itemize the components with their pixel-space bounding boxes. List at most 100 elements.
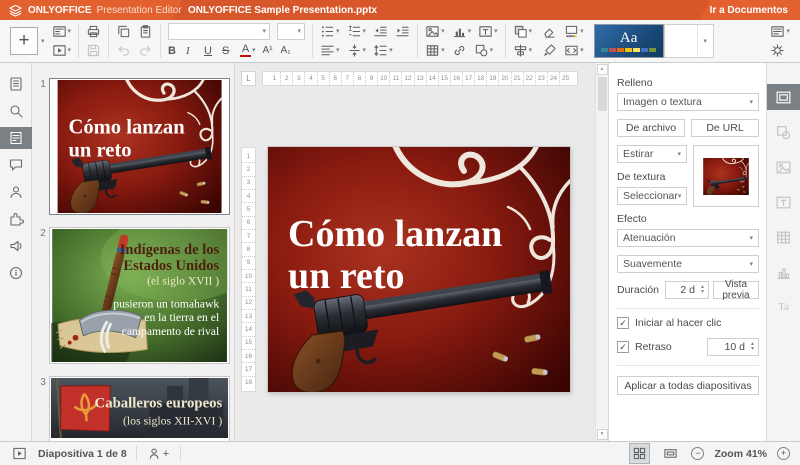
tab-shape-settings[interactable]	[767, 119, 800, 145]
add-slide-button[interactable]: +	[10, 27, 38, 55]
canvas-scrollbar[interactable]: ▲ ▼	[595, 63, 608, 441]
horizontal-align-button[interactable]: ▾	[320, 43, 340, 59]
scroll-up-icon[interactable]: ▲	[596, 64, 608, 75]
zoom-out-button[interactable]: −	[691, 447, 705, 460]
slide-thumbnail-2[interactable]: Indígenas de los Estados Unidos (el sigl…	[48, 227, 230, 364]
start-slideshow-status-button[interactable]	[10, 444, 29, 463]
sidebar-item-chat[interactable]	[0, 181, 32, 203]
undo-button[interactable]	[116, 43, 131, 59]
insert-hyperlink-button[interactable]	[452, 43, 467, 59]
save-button[interactable]	[86, 43, 101, 59]
tab-textart-settings[interactable]: Ta	[767, 294, 800, 320]
tab-chart-settings[interactable]	[767, 259, 800, 285]
font-size-input[interactable]	[281, 26, 298, 37]
ruler-corner[interactable]: L	[241, 71, 256, 86]
stretch-select[interactable]: Estirar ▾	[617, 145, 687, 163]
effect-variant-select[interactable]: Suavemente ▾	[617, 255, 759, 273]
superscript-button[interactable]: A¹	[263, 43, 274, 59]
sidebar-item-about[interactable]	[0, 262, 32, 284]
italic-button[interactable]: I	[186, 43, 197, 59]
theme-gallery-dropdown[interactable]: ▾	[663, 24, 714, 58]
strikeout-button[interactable]: S	[222, 43, 233, 59]
spin-down-icon[interactable]: ▾	[751, 346, 754, 352]
insert-chart-button[interactable]: ▾	[452, 24, 471, 40]
tab-text-settings[interactable]	[767, 189, 800, 215]
sidebar-item-search[interactable]	[0, 100, 32, 122]
go-to-documents-link[interactable]: Ir a Documentos	[710, 5, 800, 16]
fit-width-view-button[interactable]	[660, 443, 681, 464]
sidebar-item-plugins[interactable]	[0, 208, 32, 230]
scrollbar-thumb[interactable]	[597, 77, 607, 111]
paste-button[interactable]	[138, 24, 153, 40]
redo-button[interactable]	[138, 43, 153, 59]
clear-style-button[interactable]	[542, 24, 557, 40]
font-name-input[interactable]	[172, 26, 263, 37]
ruler-horizontal[interactable]: 1 2 3 4 5 6 7 8 9 10 11 12 13 14 15 16 17 18 19 20 21 22 23 24 2…	[262, 71, 578, 86]
line-spacing-button[interactable]: ▾	[373, 43, 393, 59]
apply-to-all-slides-button[interactable]: Aplicar a todas diapositivas	[617, 376, 759, 395]
font-name-combo[interactable]: ▾	[168, 23, 271, 40]
fill-type-select[interactable]: Imagen o textura ▾	[617, 93, 759, 111]
current-slide[interactable]: Cómo lanzan un reto	[268, 147, 570, 392]
arrange-shapes-button[interactable]: ▾	[513, 24, 532, 40]
from-url-button[interactable]: De URL	[691, 119, 759, 137]
underline-button[interactable]: U	[204, 43, 215, 59]
advanced-settings-button[interactable]	[770, 43, 785, 59]
add-user-button[interactable]: +	[146, 444, 171, 463]
chevron-down-icon[interactable]: ▾	[41, 38, 45, 45]
chevron-down-icon[interactable]: ▾	[252, 47, 256, 54]
view-settings-button[interactable]: ▾	[770, 24, 790, 40]
slide-thumbnail-1[interactable]: Cómo lanzan un reto	[48, 78, 230, 215]
subscript-button[interactable]: A₁	[281, 43, 292, 59]
delay-spinner[interactable]: 10 d ▴ ▾	[707, 338, 759, 356]
delay-checkbox[interactable]: ✓	[617, 341, 629, 353]
insert-table-button[interactable]: ▾	[425, 43, 445, 59]
print-button[interactable]	[86, 24, 101, 40]
texture-select[interactable]: Seleccionar ▾	[617, 187, 687, 205]
ruler-vertical[interactable]: 1 2 3 4 5 6 7 8 9 10 11 12 13 14 15 16 17 18	[241, 147, 256, 392]
copy-style-button[interactable]	[542, 43, 557, 59]
spin-down-icon[interactable]: ▾	[701, 289, 704, 295]
change-layout-button[interactable]: ▾	[52, 24, 71, 40]
insert-textbox-button[interactable]: ▾	[478, 24, 498, 40]
theme-preview[interactable]: Aa	[593, 24, 664, 58]
fit-slide-view-button[interactable]	[629, 443, 651, 464]
save-icon	[87, 44, 100, 57]
chevron-down-icon[interactable]: ▾	[298, 28, 302, 35]
color-scheme-button[interactable]: ▾	[564, 24, 584, 40]
sidebar-item-feedback[interactable]	[0, 235, 32, 257]
editing-canvas[interactable]: L 1 2 3 4 5 6 7 8 9 10 11 12 13 14 15 16 17 18 19 20 21 22 23 2…	[235, 63, 595, 441]
font-color-button[interactable]: A ▾	[240, 43, 256, 59]
insert-shape-button[interactable]: ▾	[474, 43, 493, 59]
from-file-button[interactable]: De archivo	[617, 119, 685, 137]
tab-slide-settings[interactable]	[766, 84, 800, 110]
sidebar-item-slides[interactable]	[0, 127, 32, 149]
slide-size-button[interactable]: ▾	[564, 43, 584, 59]
document-tab[interactable]: ONLYOFFICE Sample Presentation.pptx	[172, 0, 710, 20]
increase-indent-button[interactable]	[395, 24, 410, 40]
tab-table-settings[interactable]	[767, 224, 800, 250]
bullets-button[interactable]: ▾	[320, 24, 340, 40]
font-size-combo[interactable]: ▾	[277, 23, 306, 40]
slide-thumbnail-3[interactable]: Caballeros europeos (los siglos XII-XVI …	[48, 376, 230, 441]
start-on-click-checkbox[interactable]: ✓	[617, 317, 629, 329]
duration-spinner[interactable]: 2 d ▴ ▾	[665, 281, 709, 299]
sidebar-item-comments[interactable]	[0, 154, 32, 176]
chevron-down-icon: ▾	[362, 47, 367, 54]
preview-button[interactable]: Vista previa	[713, 279, 759, 301]
numbering-button[interactable]: ▾	[347, 24, 366, 40]
align-shapes-button[interactable]: ▾	[513, 43, 532, 59]
bold-button[interactable]: B	[168, 43, 179, 59]
zoom-in-button[interactable]: +	[777, 447, 790, 460]
effect-type-select[interactable]: Atenuación ▾	[617, 229, 759, 247]
vertical-align-button[interactable]: ▾	[347, 43, 367, 59]
insert-image-button[interactable]: ▾	[425, 24, 445, 40]
scroll-down-icon[interactable]: ▼	[596, 429, 608, 440]
sidebar-item-file[interactable]	[0, 73, 32, 95]
tab-image-settings[interactable]	[767, 154, 800, 180]
chevron-down-icon[interactable]: ▾	[703, 38, 707, 45]
decrease-indent-button[interactable]	[373, 24, 388, 40]
start-slideshow-button[interactable]: ▾	[52, 43, 71, 59]
chevron-down-icon[interactable]: ▾	[263, 28, 267, 35]
copy-button[interactable]	[116, 24, 131, 40]
